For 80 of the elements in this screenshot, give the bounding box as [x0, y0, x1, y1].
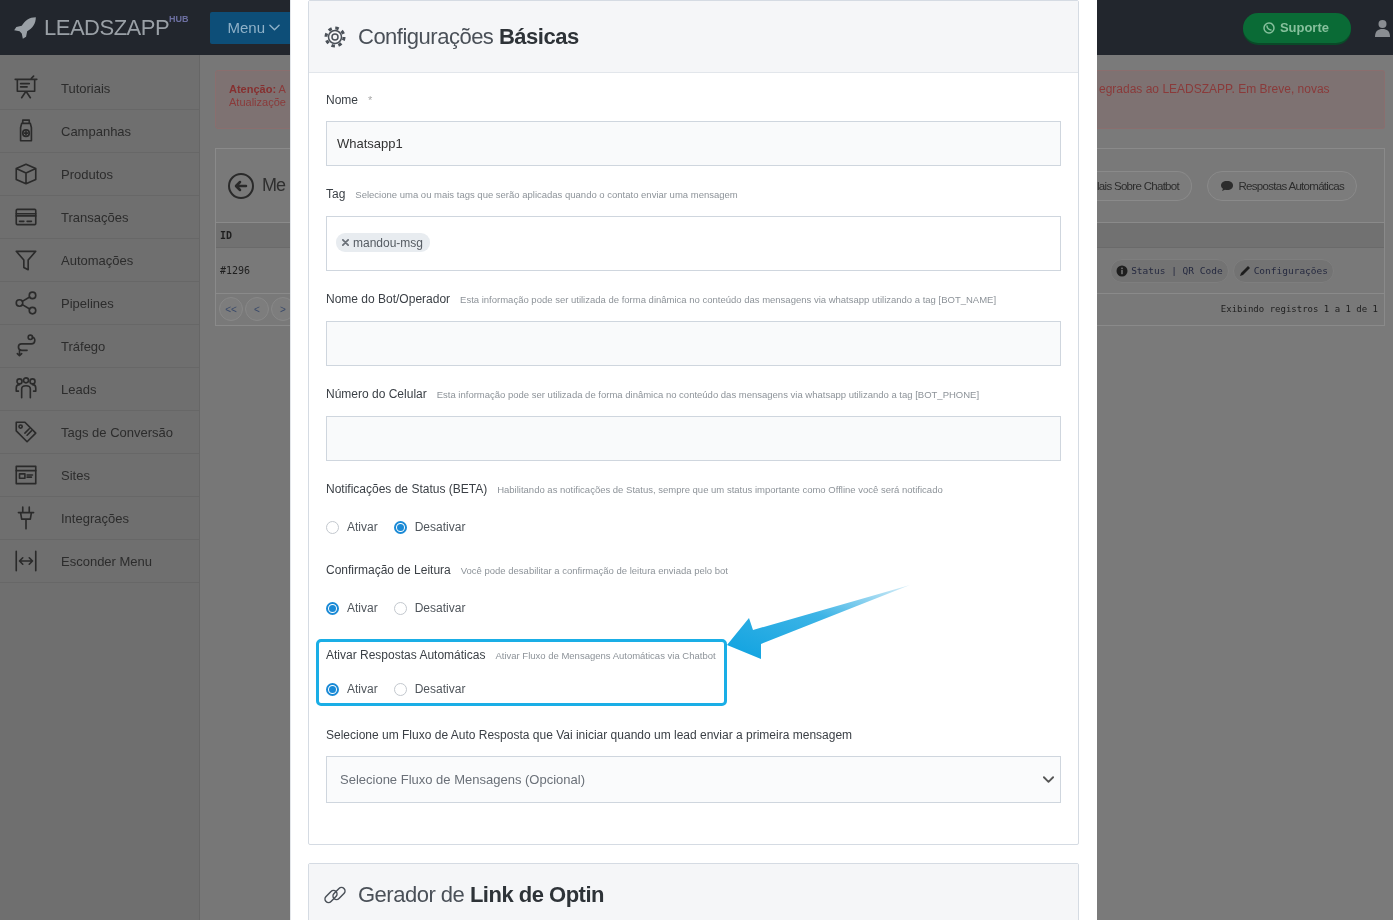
text-input[interactable]	[326, 321, 1061, 366]
sidebar-item[interactable]: Campanhas	[0, 110, 199, 153]
text-input[interactable]: Whatsapp1	[326, 121, 1061, 166]
alert-text: Atualizaçõe	[229, 96, 286, 109]
tag-input[interactable]: mandou-msg	[326, 216, 1061, 271]
sidebar-item[interactable]: Integrações	[0, 497, 199, 540]
chat-bubble-icon	[1219, 179, 1234, 192]
sidebar-item[interactable]: Produtos	[0, 153, 199, 196]
rocket-icon	[12, 14, 38, 41]
alert-text: Atenção: A	[229, 83, 286, 96]
radio-label[interactable]: Desativar	[414, 601, 466, 615]
user-icon	[1375, 18, 1390, 37]
sidebar-item[interactable]: Sites	[0, 454, 199, 497]
chevron-down-icon	[1043, 775, 1054, 784]
radio-label[interactable]: Desativar	[414, 520, 466, 534]
field-hint: Habilitando as notificações de Status, sempre que um status importante como Offline você será notificado	[497, 483, 943, 497]
radio-button[interactable]	[393, 682, 407, 696]
whatsapp-icon	[1262, 21, 1275, 34]
sidebar-item[interactable]: Tráfego	[0, 325, 199, 368]
field-label: Nome do Bot/Operador	[326, 291, 451, 308]
radio-button[interactable]	[326, 601, 339, 615]
field-label: Nome	[326, 92, 358, 109]
radio-label[interactable]: Ativar	[347, 520, 378, 534]
required-mark: *	[368, 93, 373, 108]
route-icon	[13, 333, 39, 359]
card-title: Configurações Básicas	[358, 23, 579, 50]
field-label: Confirmação de Leitura	[326, 562, 451, 579]
tag-chip[interactable]: mandou-msg	[336, 233, 431, 252]
logo-text: LEADSZAPP	[44, 14, 170, 41]
field-label: Selecione um Fluxo de Auto Resposta que Vai iniciar quando um lead enviar a primeira mensagem	[326, 727, 853, 744]
sidebar-item[interactable]: Tutoriais	[0, 67, 199, 110]
radio-button[interactable]	[326, 682, 339, 696]
page-button[interactable]: <<	[219, 297, 243, 321]
field-hint: Selecione uma ou mais tags que serão aplicadas quando o contato enviar uma mensagem	[355, 188, 738, 202]
logo-suffix: HUB	[169, 13, 189, 24]
field-hint: Esta informação pode ser utilizada de forma dinâmica no conteúdo das mensagens via whatsapp utilizando a tag [BOT_NAME]	[460, 293, 997, 307]
tag-icon	[13, 419, 39, 445]
page-button[interactable]: <	[245, 297, 269, 321]
sidebar-item[interactable]: Automações	[0, 239, 199, 282]
alert-text: egradas ao LEADSZAPP. Em Breve, novas	[1099, 83, 1330, 96]
support-button[interactable]: Suporte	[1242, 12, 1351, 43]
text-input[interactable]	[326, 416, 1061, 461]
field-label: Notificações de Status (BETA)	[326, 481, 488, 498]
action-button[interactable]: Status | QR Code	[1110, 258, 1229, 283]
radio-button[interactable]	[326, 520, 339, 534]
field-label: Número do Celular	[326, 386, 427, 403]
pill-button[interactable]: lais Sobre Chatbot	[1097, 170, 1192, 201]
field-hint: Você pode desabilitar a confirmação de leitura enviada pelo bot	[460, 564, 728, 578]
field-hint: Esta informação pode ser utilizada de forma dinâmica no conteúdo das mensagens via whatsapp utilizando a tag [BOT_PHONE]	[436, 388, 980, 402]
column-header: ID	[220, 229, 233, 241]
radio-button[interactable]	[393, 601, 407, 615]
pencil-icon	[1238, 264, 1251, 277]
share-icon	[13, 290, 39, 316]
select-field[interactable]: Selecione Fluxo de Mensagens (Opcional)	[326, 756, 1061, 803]
sidebar-item[interactable]: Leads	[0, 368, 199, 411]
sidebar-item[interactable]: Transações	[0, 196, 199, 239]
panel-title: Me	[262, 175, 285, 196]
page-button[interactable]: >	[271, 297, 290, 321]
sidebar-item[interactable]: Tags de Conversão	[0, 411, 199, 454]
card-title: Gerador de Link de Optin	[358, 882, 604, 908]
menu-button[interactable]: Menu	[210, 11, 290, 44]
collapse-icon	[13, 548, 39, 574]
field-label: Ativar Respostas Automáticas	[326, 647, 486, 664]
field-label: Tag	[326, 186, 346, 203]
pill-button[interactable]: Respostas Automáticas	[1206, 170, 1357, 201]
radio-label[interactable]: Desativar	[414, 682, 466, 696]
action-button[interactable]: Configurações	[1232, 258, 1334, 283]
box-icon	[13, 161, 39, 187]
field-hint: Ativar Fluxo de Mensagens Automáticas via Chatbot	[495, 649, 716, 663]
radio-button[interactable]	[393, 520, 407, 534]
chevron-down-icon	[269, 23, 280, 32]
table-cell: #1296	[220, 265, 251, 276]
radio-label[interactable]: Ativar	[347, 682, 378, 696]
easel-icon	[13, 75, 39, 101]
info-icon	[1116, 264, 1129, 277]
remove-icon	[342, 239, 349, 246]
sidebar-item[interactable]: Esconder Menu	[0, 540, 199, 583]
table-footer-text: Exibindo registros 1 a 1 de 1	[1220, 304, 1378, 314]
radio-label[interactable]: Ativar	[347, 601, 378, 615]
sidebar-item[interactable]: Pipelines	[0, 282, 199, 325]
